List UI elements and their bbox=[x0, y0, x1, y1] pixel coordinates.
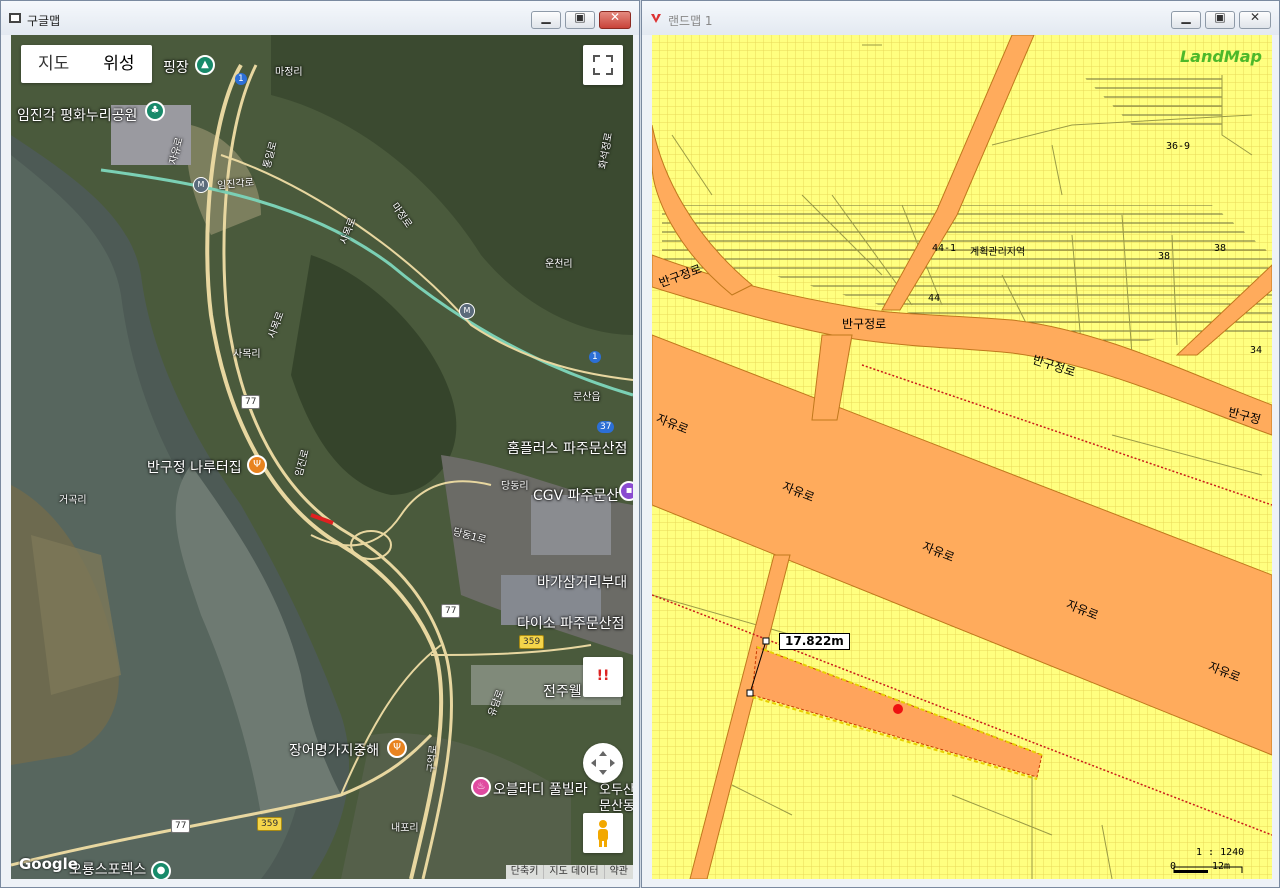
campground-icon[interactable]: ▲ bbox=[195, 55, 215, 75]
maximize-button[interactable]: ▣ bbox=[565, 10, 595, 29]
cinema-icon[interactable]: ▪ bbox=[619, 481, 633, 501]
parcel-label: 38 bbox=[1214, 243, 1227, 254]
map-label-bangujeong: 반구정 나루터집 bbox=[147, 460, 242, 476]
compass-icon bbox=[591, 751, 615, 775]
map-label-munsaneup: 문산읍 bbox=[573, 392, 601, 403]
map-label-cgv: CGV 파주문산 bbox=[533, 488, 620, 504]
parcel-label: 44 bbox=[928, 293, 941, 304]
fullscreen-icon bbox=[593, 55, 613, 75]
route-shield: 359 bbox=[519, 635, 545, 649]
map-label-sports: 오룡스포렉스 bbox=[69, 862, 147, 878]
metro-station-icon[interactable]: M bbox=[193, 177, 209, 193]
cadastral-drawing bbox=[652, 35, 1272, 879]
map-label-campground: 핑장 bbox=[163, 60, 189, 76]
restore-icon: ▣ bbox=[1214, 10, 1226, 24]
minimize-button[interactable]: ▁ bbox=[1171, 10, 1201, 29]
map-type-roadmap[interactable]: 지도 bbox=[21, 45, 86, 83]
route-shield: 37 bbox=[597, 421, 615, 433]
footer-shortcuts-link[interactable]: 단축키 bbox=[506, 865, 544, 879]
restaurant-icon[interactable]: Ψ bbox=[247, 455, 267, 475]
map-label-dangdongri: 당동리 bbox=[501, 481, 529, 492]
parcel-label: 38 bbox=[1158, 251, 1171, 262]
route-shield: 77 bbox=[241, 395, 261, 409]
map-app-icon bbox=[9, 13, 21, 23]
pan-control[interactable] bbox=[583, 743, 623, 783]
parcel-label: 34 bbox=[1250, 345, 1263, 356]
route-shield: 1 bbox=[235, 73, 247, 85]
footer-terms-link[interactable]: 약관 bbox=[603, 865, 633, 879]
route-shield: 1 bbox=[589, 351, 601, 363]
maximize-button[interactable]: ▣ bbox=[1205, 10, 1235, 29]
pool-villa-icon[interactable]: ♨ bbox=[471, 777, 491, 797]
parcel-label: 44-1 bbox=[932, 243, 957, 254]
map-type-control: 지도 위성 bbox=[21, 45, 152, 83]
map-label-jeonjuwel: 전주웰 bbox=[543, 684, 582, 700]
map-label-homeplus: 홈플러스 파주문산점 bbox=[507, 441, 628, 457]
map-label-majeongri: 마정리 bbox=[275, 67, 303, 78]
landmap-window: 랜드맵 1 ▁ ▣ ✕ LandMap 반구정로 반구정로 반구정로 반구정 자… bbox=[641, 0, 1280, 888]
restore-icon: ▣ bbox=[574, 10, 586, 24]
close-button[interactable]: ✕ bbox=[599, 10, 631, 29]
map-type-satellite[interactable]: 위성 bbox=[86, 45, 151, 83]
map-label-naepori: 내포리 bbox=[391, 823, 419, 834]
route-shield: 77 bbox=[171, 819, 191, 833]
cadastral-map[interactable]: LandMap 반구정로 반구정로 반구정로 반구정 자유로 자유로 자유로 자… bbox=[652, 35, 1272, 879]
route-shield: 359 bbox=[257, 817, 283, 831]
close-icon: ✕ bbox=[1249, 10, 1261, 24]
map-label-park: 임진각 평화누리공원 bbox=[17, 108, 138, 124]
metro-station-icon[interactable]: M bbox=[459, 303, 475, 319]
window-title: 구글맵 bbox=[27, 14, 61, 28]
sports-icon[interactable]: ● bbox=[151, 861, 171, 879]
close-icon: ✕ bbox=[609, 10, 621, 24]
zone-label: 계획관리지역 bbox=[970, 247, 1026, 258]
footer-map-data-link[interactable]: 지도 데이터 bbox=[543, 865, 603, 879]
route-shield: 77 bbox=[441, 604, 461, 618]
road-label-gueomro: 구억로 bbox=[426, 744, 440, 773]
restaurant-icon[interactable]: Ψ bbox=[387, 738, 407, 758]
road-label: 반구정로 bbox=[842, 317, 887, 331]
map-label-orlando: 오블라디 풀빌라 bbox=[493, 782, 588, 798]
pegman-icon bbox=[598, 820, 608, 847]
distance-measurement: 17.822m bbox=[779, 633, 850, 650]
map-label-bagasam: 바가삼거리부대 bbox=[537, 575, 628, 591]
window-title: 랜드맵 1 bbox=[668, 14, 713, 28]
map-label-daiso: 다이소 파주문산점 bbox=[517, 616, 625, 632]
report-button[interactable]: !! bbox=[583, 657, 623, 697]
fullscreen-button[interactable] bbox=[583, 45, 623, 85]
map-label-geogokri: 거곡리 bbox=[59, 495, 87, 506]
map-label-samokri: 사목리 bbox=[233, 349, 261, 360]
scale-length: 12m bbox=[1212, 861, 1231, 872]
scale-ratio: 1 : 1240 bbox=[1196, 847, 1245, 858]
map-label-jangeo: 장어명가지중해 bbox=[289, 743, 380, 759]
google-logo: Google bbox=[19, 855, 78, 873]
map-label-munsandong: 문산동 bbox=[599, 799, 633, 814]
scale-zero: 0 bbox=[1170, 861, 1177, 872]
map-label-unjeonri: 운천리 bbox=[545, 259, 573, 270]
minimize-icon: ▁ bbox=[1181, 10, 1191, 24]
road-label-imjingakro: 임진각로 bbox=[216, 177, 255, 192]
close-button[interactable]: ✕ bbox=[1239, 10, 1271, 29]
landmap-logo: LandMap bbox=[1179, 47, 1262, 66]
landmap-app-icon bbox=[651, 14, 661, 23]
parcel-label: 36-9 bbox=[1166, 141, 1191, 152]
google-map-window: 구글맵 ▁ ▣ ✕ 지도 위성 핑장 ▲ 임진각 평화누리공원 ♣ 마정리 자유… bbox=[0, 0, 640, 888]
satellite-map[interactable]: 지도 위성 핑장 ▲ 임진각 평화누리공원 ♣ 마정리 자유로 임진각로 통일로… bbox=[11, 35, 633, 879]
warning-icon: !! bbox=[596, 668, 610, 684]
minimize-button[interactable]: ▁ bbox=[531, 10, 561, 29]
minimize-icon: ▁ bbox=[541, 10, 551, 24]
street-view-button[interactable] bbox=[583, 813, 623, 853]
park-icon[interactable]: ♣ bbox=[145, 101, 165, 121]
title-bar[interactable]: 구글맵 ▁ ▣ ✕ bbox=[1, 1, 639, 35]
title-bar[interactable]: 랜드맵 1 ▁ ▣ ✕ bbox=[642, 1, 1279, 35]
map-footer: 단축키 지도 데이터 약관 bbox=[505, 865, 633, 879]
